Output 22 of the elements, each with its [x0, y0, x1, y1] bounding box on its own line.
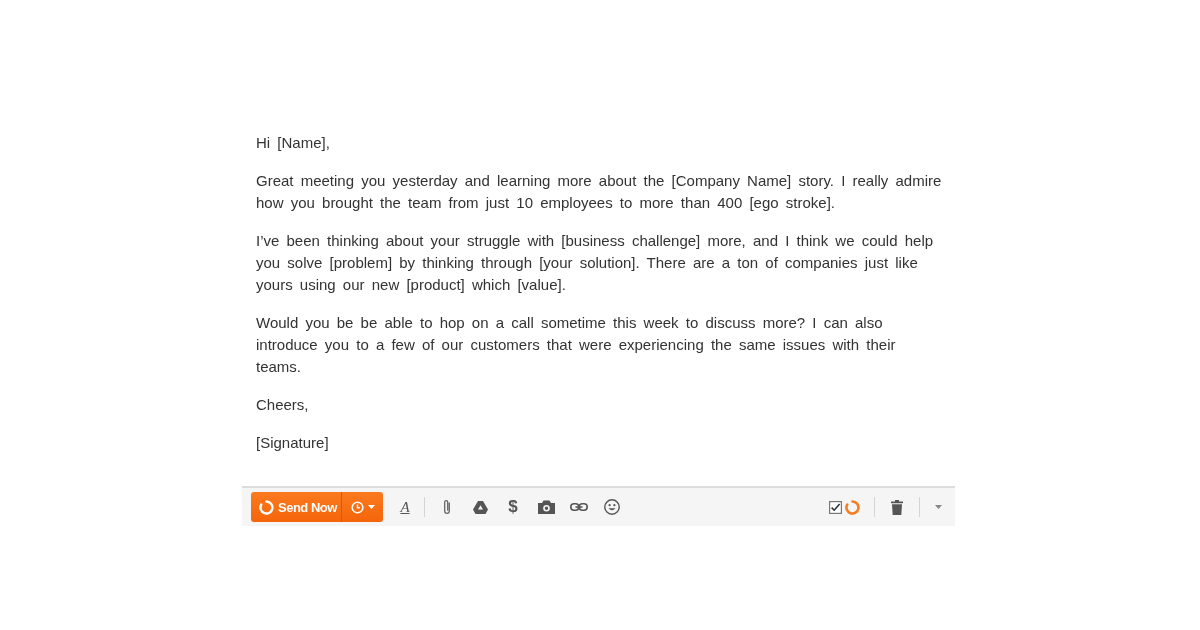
- ring-icon: [259, 499, 274, 515]
- clock-icon: [350, 500, 364, 514]
- trash-icon: [891, 499, 903, 515]
- ring-icon: [845, 499, 860, 515]
- smiley-icon: [604, 499, 620, 515]
- link-icon: [570, 503, 588, 511]
- email-paragraph: Cheers,: [256, 395, 310, 415]
- caret-icon: [934, 505, 942, 509]
- triangle-icon: [472, 500, 488, 514]
- camera-icon: [537, 500, 555, 514]
- email-paragraph: [Signature]: [256, 433, 330, 453]
- tracking-checkbox[interactable]: [829, 500, 842, 514]
- email-paragraph: Hi [Name],: [256, 133, 331, 153]
- email-paragraph: I’ve been thinking about your struggle with [business challenge] more, and I think we could help you solve [problem] by thinking through [your solution]. There are a ton of companies just like yours using our new [product] which [value].: [256, 231, 935, 295]
- caret-icon: [367, 505, 375, 509]
- checkbox-icon: [829, 500, 842, 514]
- schedule-button[interactable]: [342, 492, 383, 522]
- text-format-button[interactable]: A: [393, 495, 417, 519]
- dollar-button[interactable]: $: [501, 495, 525, 519]
- paperclip-icon: [443, 499, 451, 515]
- email-paragraph: Great meeting you yesterday and learning more about the [Company Name] story. I really admire how you brought the team from just 10 employees to more than 400 [ego stroke].: [256, 171, 943, 213]
- email-paragraph: Would you be be able to hop on a call sometime this week to discuss more? I can also introduce you to a few of our customers that were experiencing the same issues with their teams.: [256, 313, 897, 377]
